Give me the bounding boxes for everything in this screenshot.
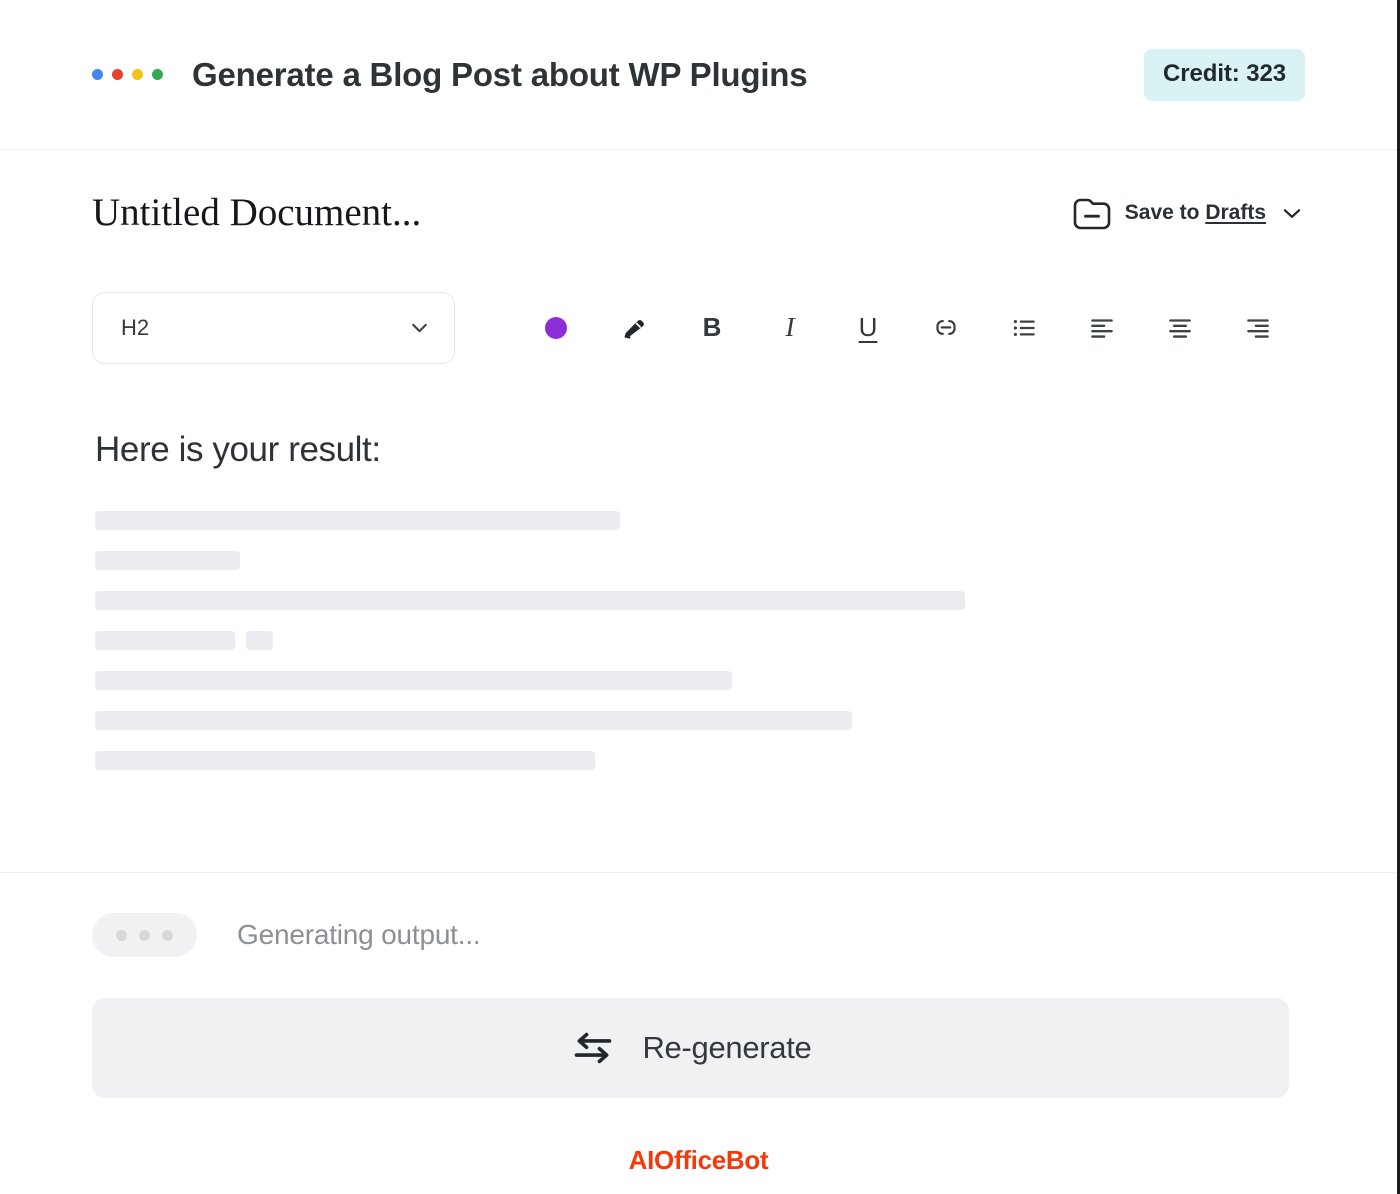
skeleton-bar [95, 511, 620, 530]
color-swatch-icon [545, 316, 567, 339]
skeleton-row [95, 631, 1305, 650]
underline-icon: U [858, 312, 878, 342]
skeleton-bar [95, 591, 965, 610]
bold-button[interactable]: B [673, 299, 751, 357]
skeleton-bar [95, 711, 852, 730]
bullet-list-icon [1009, 313, 1039, 343]
skeleton-row [95, 551, 1305, 570]
save-to-drafts-button[interactable]: Save to Drafts [1072, 196, 1305, 230]
typing-dot-icon [139, 929, 150, 941]
highlighter-button[interactable] [595, 299, 673, 357]
heading-format-select[interactable]: H2 [92, 291, 455, 364]
typing-dot-icon [162, 929, 173, 941]
underline-button[interactable]: U [829, 299, 907, 357]
formatting-toolbar: H2 B I U [0, 290, 1397, 365]
align-right-icon [1243, 313, 1273, 343]
dot-yellow-icon [132, 69, 143, 80]
drafts-target-label: Drafts [1205, 200, 1266, 224]
italic-button[interactable]: I [751, 299, 829, 357]
editor-content[interactable]: Here is your result: [0, 400, 1397, 872]
link-icon [930, 312, 962, 344]
dot-green-icon [152, 69, 163, 80]
generation-status: Generating output... [92, 913, 1305, 957]
text-color-button[interactable] [517, 299, 595, 357]
link-button[interactable] [907, 299, 985, 357]
align-left-icon [1087, 313, 1117, 343]
skeleton-bar [95, 671, 732, 690]
italic-icon: I [785, 312, 795, 342]
status-text: Generating output... [237, 919, 481, 950]
dot-red-icon [112, 69, 123, 80]
align-right-button[interactable] [1219, 299, 1297, 357]
bullet-list-button[interactable] [985, 299, 1063, 357]
brand-logo: AIOfficeBot [628, 1145, 769, 1175]
typing-dot-icon [116, 929, 127, 941]
app-window: Generate a Blog Post about WP Plugins Cr… [0, 0, 1400, 1194]
regenerate-label: Re-generate [642, 1030, 812, 1065]
skeleton-row [95, 591, 1305, 610]
top-bar: Generate a Blog Post about WP Plugins Cr… [0, 0, 1397, 150]
swap-arrows-icon [569, 1028, 617, 1068]
regenerate-button[interactable]: Re-generate [92, 998, 1289, 1098]
credit-badge: Credit: 323 [1144, 48, 1305, 101]
page-title: Generate a Blog Post about WP Plugins [192, 55, 808, 93]
align-center-button[interactable] [1141, 299, 1219, 357]
highlighter-pen-icon [619, 313, 649, 343]
result-heading: Here is your result: [95, 430, 381, 469]
bold-icon: B [702, 312, 722, 342]
skeleton-row [95, 751, 1305, 770]
skeleton-bar [95, 551, 240, 570]
traffic-dots [92, 69, 163, 80]
skeleton-bar [95, 631, 235, 650]
dot-blue-icon [92, 69, 103, 80]
skeleton-row [95, 511, 1305, 530]
typing-indicator [92, 913, 197, 957]
align-left-button[interactable] [1063, 299, 1141, 357]
skeleton-bar [246, 631, 273, 650]
chevron-down-icon [407, 315, 432, 340]
content-skeleton [95, 511, 1305, 770]
toolbar-buttons: B I U [517, 299, 1297, 357]
skeleton-bar [95, 751, 595, 770]
skeleton-row [95, 711, 1305, 730]
heading-format-value: H2 [121, 314, 150, 340]
folder-minus-icon [1072, 196, 1112, 230]
skeleton-row [95, 671, 1305, 690]
document-title[interactable]: Untitled Document... [92, 190, 421, 235]
save-to-drafts-label: Save to Drafts [1124, 200, 1266, 224]
chevron-down-icon[interactable] [1279, 200, 1305, 226]
document-header: Untitled Document... Save to Drafts [0, 150, 1397, 275]
align-center-icon [1165, 313, 1195, 343]
